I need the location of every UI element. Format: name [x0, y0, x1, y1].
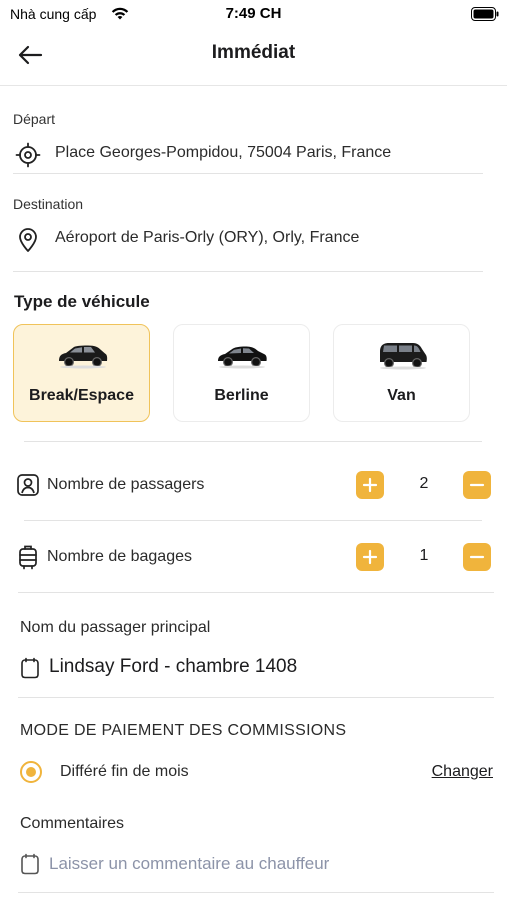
nav-header: Immédiat: [0, 30, 507, 86]
radio-selected-dot: [26, 767, 36, 777]
departure-address: Place Georges-Pompidou, 75004 Paris, Fra…: [55, 144, 392, 161]
passengers-plus-button[interactable]: [356, 471, 384, 499]
vehicle-option-van[interactable]: Van: [333, 324, 470, 422]
map-pin-icon: [19, 228, 37, 252]
note-icon: [21, 657, 39, 679]
divider: [18, 592, 494, 593]
luggage-plus-button[interactable]: [356, 543, 384, 571]
plus-icon: [362, 549, 378, 565]
departure-field[interactable]: Place Georges-Pompidou, 75004 Paris, Fra…: [13, 136, 483, 174]
comments-label: Commentaires: [20, 815, 125, 832]
suitcase-icon: [19, 545, 37, 570]
divider: [18, 697, 494, 698]
user-icon: [17, 474, 39, 496]
minus-icon: [469, 555, 485, 559]
departure-label: Départ: [13, 111, 56, 127]
passengers-label: Nombre de passagers: [47, 476, 205, 493]
destination-field[interactable]: Aéroport de Paris-Orly (ORY), Orly, Fran…: [13, 221, 483, 272]
destination-address: Aéroport de Paris-Orly (ORY), Orly, Fran…: [55, 229, 360, 246]
vehicle-option-break[interactable]: Break/Espace: [13, 324, 150, 422]
van-icon: [380, 343, 427, 370]
divider: [18, 892, 494, 893]
main-passenger-field[interactable]: Lindsay Ford - chambre 1408: [20, 652, 494, 684]
luggage-label: Nombre de bagages: [47, 548, 192, 565]
vehicle-label: Berline: [214, 387, 269, 404]
crosshair-icon: [15, 142, 41, 168]
luggage-count: 1: [419, 547, 429, 564]
minus-icon: [469, 483, 485, 487]
comment-placeholder: Laisser un commentaire au chauffeur: [49, 854, 330, 873]
destination-label: Destination: [13, 196, 84, 212]
vehicle-label: Van: [387, 387, 416, 404]
divider: [24, 441, 482, 442]
payment-mode-value: Différé fin de mois: [60, 763, 189, 780]
battery-icon: [471, 7, 499, 21]
luggage-row: Nombre de bagages 1: [14, 537, 494, 577]
divider: [24, 520, 482, 521]
main-passenger-name: Lindsay Ford - chambre 1408: [49, 656, 298, 677]
comment-input[interactable]: Laisser un commentaire au chauffeur: [20, 850, 494, 880]
payment-section-title: MODE DE PAIEMENT DES COMMISSIONS: [20, 722, 347, 739]
vehicle-option-berline[interactable]: Berline: [173, 324, 310, 422]
passengers-minus-button[interactable]: [463, 471, 491, 499]
passengers-count: 2: [419, 475, 429, 492]
vehicle-label: Break/Espace: [29, 387, 134, 404]
sedan-car-icon: [218, 346, 267, 369]
page-title: Immédiat: [211, 42, 296, 63]
change-payment-link[interactable]: Changer: [432, 763, 493, 781]
main-passenger-label: Nom du passager principal: [20, 619, 211, 636]
clock: 7:49 CH: [225, 5, 282, 22]
note-icon: [21, 853, 39, 875]
status-bar: Nhà cung cấp 7:49 CH: [0, 0, 507, 30]
payment-radio[interactable]: [20, 761, 42, 783]
luggage-minus-button[interactable]: [463, 543, 491, 571]
plus-icon: [362, 477, 378, 493]
vehicle-type-title: Type de véhicule: [14, 292, 150, 311]
station-wagon-car-icon: [59, 345, 108, 369]
passengers-row: Nombre de passagers 2: [14, 465, 494, 505]
